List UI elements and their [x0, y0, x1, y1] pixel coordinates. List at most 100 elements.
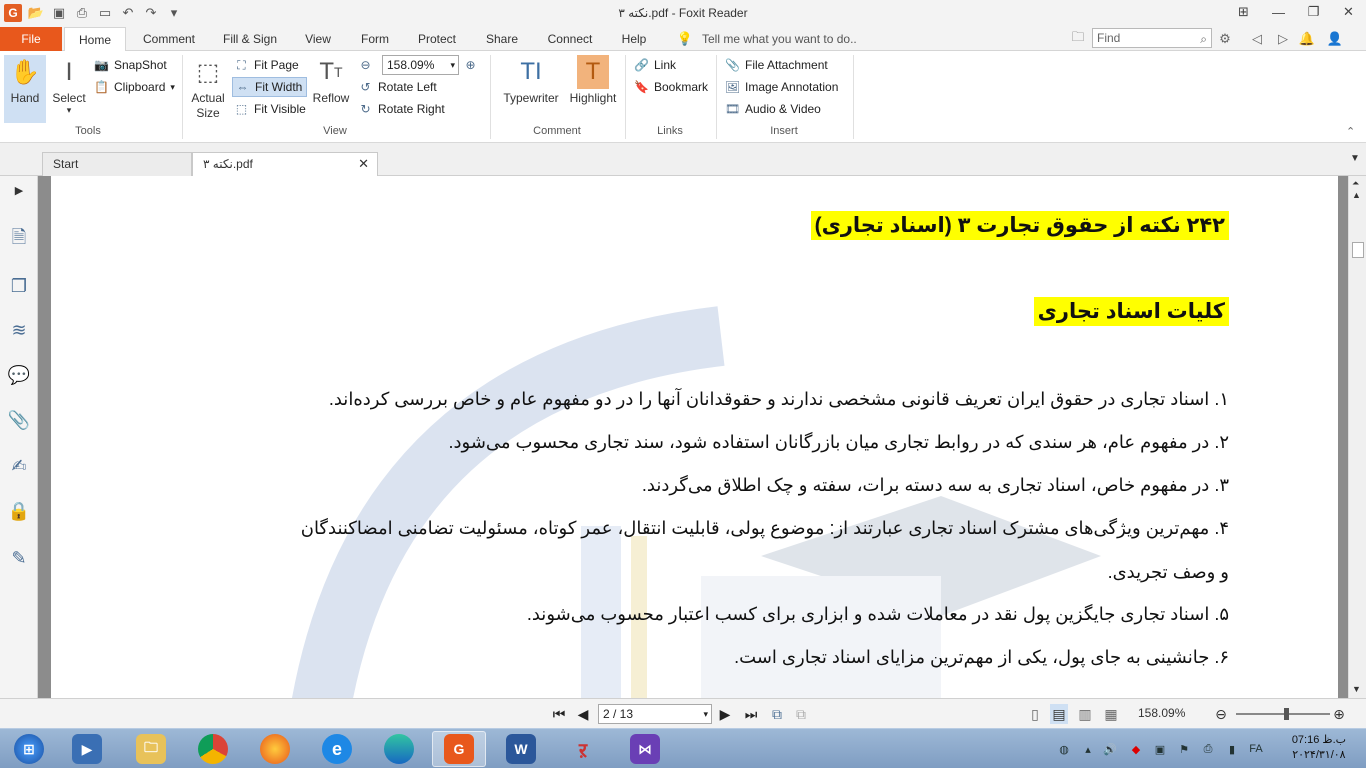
- next-page-icon[interactable]: ▶: [716, 704, 734, 724]
- image-annotation-button[interactable]: 🖼 Image Annotation: [725, 77, 839, 97]
- previous-page-icon[interactable]: ◀: [574, 704, 592, 724]
- tab-share[interactable]: Share: [480, 27, 524, 51]
- select-button[interactable]: Ⅰ Select ▾: [48, 55, 90, 116]
- continuous-page-icon[interactable]: ▤: [1050, 704, 1068, 724]
- tab-document[interactable]: نکته ۳.pdf ✕: [192, 152, 378, 176]
- link-button[interactable]: 🔗 Link: [634, 55, 676, 75]
- bookmarks-panel-icon[interactable]: 🗎: [7, 227, 31, 252]
- next-result-icon[interactable]: ▷: [1274, 29, 1292, 49]
- tab-list-icon[interactable]: ▼: [1350, 153, 1360, 164]
- taskbar-foxit[interactable]: G: [432, 731, 486, 767]
- restore-button[interactable]: ❐: [1296, 0, 1331, 24]
- gear-icon[interactable]: ⚙: [1216, 29, 1234, 49]
- taskbar-visual-studio[interactable]: ⋈: [618, 731, 672, 767]
- close-button[interactable]: ✕: [1331, 0, 1366, 24]
- previous-result-icon[interactable]: ◁: [1248, 29, 1266, 49]
- audio-video-button[interactable]: 🎞 Audio & Video: [725, 99, 821, 119]
- highlight-button[interactable]: T Highlight: [566, 55, 620, 105]
- select-dropdown-icon[interactable]: ▾: [48, 105, 90, 116]
- continuous-facing-icon[interactable]: ▦: [1102, 704, 1120, 724]
- bookmark-button[interactable]: 🔖 Bookmark: [634, 77, 708, 97]
- tell-me-box[interactable]: Tell me what you want to do..: [702, 27, 857, 51]
- zoom-slider-thumb[interactable]: [1284, 708, 1289, 720]
- facing-page-icon[interactable]: ▥: [1076, 704, 1094, 724]
- hand-button[interactable]: ✋ Hand: [4, 55, 46, 123]
- find-input[interactable]: Find ⌕: [1092, 28, 1212, 48]
- layers-panel-icon[interactable]: ≋: [7, 318, 31, 342]
- tab-view[interactable]: View: [298, 27, 338, 51]
- tab-form[interactable]: Form: [355, 27, 395, 51]
- document-view[interactable]: ۲۴۲ نکته از حقوق تجارت ۳ (اسناد تجاری) ک…: [38, 176, 1348, 698]
- rotate-right-button[interactable]: ↻ Rotate Right: [358, 99, 444, 119]
- snapshot-button[interactable]: 📷 SnapShot: [94, 55, 167, 75]
- previous-view-icon[interactable]: ⧉: [768, 704, 786, 724]
- system-clock[interactable]: 07:16 ب.ظ ۲۰۲۴/۳۱/۰۸: [1292, 733, 1346, 763]
- single-page-icon[interactable]: ▯: [1026, 704, 1044, 724]
- language-icon[interactable]: FA: [1248, 741, 1264, 757]
- signal-icon[interactable]: ▮: [1224, 741, 1240, 757]
- tab-help[interactable]: Help: [616, 27, 652, 51]
- typewriter-button[interactable]: TI Typewriter: [498, 55, 564, 105]
- taskbar-media-player[interactable]: ▶: [60, 731, 114, 767]
- signatures-panel-icon[interactable]: ✍: [7, 454, 31, 478]
- next-view-icon[interactable]: ⧉: [792, 704, 810, 724]
- zoom-out-icon[interactable]: ⊖: [1212, 704, 1230, 724]
- display-icon[interactable]: ▣: [1152, 741, 1168, 757]
- file-attachment-button[interactable]: 📎 File Attachment: [725, 55, 828, 75]
- taskbar-app[interactable]: ऱ: [556, 731, 610, 767]
- speaker-icon[interactable]: 🔊: [1102, 741, 1118, 757]
- taskbar-explorer[interactable]: 🗀: [124, 731, 178, 767]
- anydesk-icon[interactable]: ◆: [1128, 741, 1144, 757]
- collapse-ribbon-icon[interactable]: ⌃: [1346, 125, 1355, 138]
- user-icon[interactable]: 👤: [1326, 29, 1344, 49]
- tab-file[interactable]: File: [0, 27, 62, 51]
- tab-home[interactable]: Home: [64, 27, 126, 52]
- reflow-button[interactable]: TT Reflow: [311, 55, 351, 105]
- clipboard-button[interactable]: 📋 Clipboard ▾: [94, 77, 175, 97]
- first-page-icon[interactable]: ⏮: [550, 704, 568, 724]
- start-button[interactable]: ⊞: [2, 731, 56, 767]
- search-icon[interactable]: ⌕: [1200, 30, 1207, 48]
- flag-icon[interactable]: ⚑: [1176, 741, 1192, 757]
- expand-panel-icon[interactable]: ▶: [7, 178, 31, 202]
- tab-protect[interactable]: Protect: [412, 27, 462, 51]
- zoom-select[interactable]: 158.09% ▾: [382, 55, 459, 75]
- tab-start[interactable]: Start: [42, 152, 192, 176]
- zoom-out-button[interactable]: ⊖: [358, 55, 373, 75]
- folder-search-icon[interactable]: 🗀: [1069, 29, 1087, 49]
- comments-panel-icon[interactable]: 💬: [7, 363, 31, 387]
- security-panel-icon[interactable]: 🔒: [7, 499, 31, 523]
- scroll-up-icon[interactable]: ▲: [1352, 190, 1361, 200]
- taskbar-ie[interactable]: e: [310, 731, 364, 767]
- last-page-icon[interactable]: ⏭: [742, 704, 760, 724]
- pages-panel-icon[interactable]: ❐: [7, 274, 31, 298]
- zoom-in-button[interactable]: ⊕: [463, 55, 478, 75]
- zoom-in-icon[interactable]: ⊕: [1330, 704, 1348, 724]
- fit-width-button[interactable]: ⇔ Fit Width: [232, 77, 308, 97]
- taskbar-word[interactable]: W: [494, 731, 548, 767]
- ribbon-display-icon[interactable]: ⊞: [1226, 0, 1261, 24]
- taskbar-chrome[interactable]: [186, 731, 240, 767]
- rotate-left-button[interactable]: ↺ Rotate Left: [358, 77, 436, 97]
- actual-size-button[interactable]: ⬚ Actual Size: [188, 55, 228, 121]
- printer-icon[interactable]: ⎙: [1200, 741, 1216, 757]
- zoom-slider[interactable]: [1236, 713, 1330, 715]
- network-tray-icon[interactable]: ◍: [1056, 741, 1072, 757]
- attachments-panel-icon[interactable]: 📎: [7, 408, 31, 432]
- scrollbar-thumb[interactable]: [1352, 242, 1364, 258]
- signature-validation-icon[interactable]: ✎: [7, 546, 31, 570]
- scroll-top-icon[interactable]: ⏶: [1352, 178, 1359, 189]
- taskbar-edge[interactable]: [372, 731, 426, 767]
- scroll-down-icon[interactable]: ▼: [1352, 684, 1361, 694]
- minimize-button[interactable]: —: [1261, 0, 1296, 24]
- fit-page-button[interactable]: ⛶ Fit Page: [234, 55, 298, 75]
- tab-fill-sign[interactable]: Fill & Sign: [218, 27, 282, 51]
- bell-icon[interactable]: 🔔: [1298, 29, 1316, 49]
- vertical-scrollbar[interactable]: ⏶ ▲ ▼: [1348, 176, 1366, 698]
- taskbar-firefox[interactable]: [248, 731, 302, 767]
- tab-connect[interactable]: Connect: [540, 27, 600, 51]
- fit-visible-button[interactable]: ⬚ Fit Visible: [234, 99, 306, 119]
- tab-comment[interactable]: Comment: [138, 27, 200, 51]
- page-number-input[interactable]: 2 / 13 ▾: [598, 704, 712, 724]
- show-hidden-icon[interactable]: ▴: [1080, 741, 1096, 757]
